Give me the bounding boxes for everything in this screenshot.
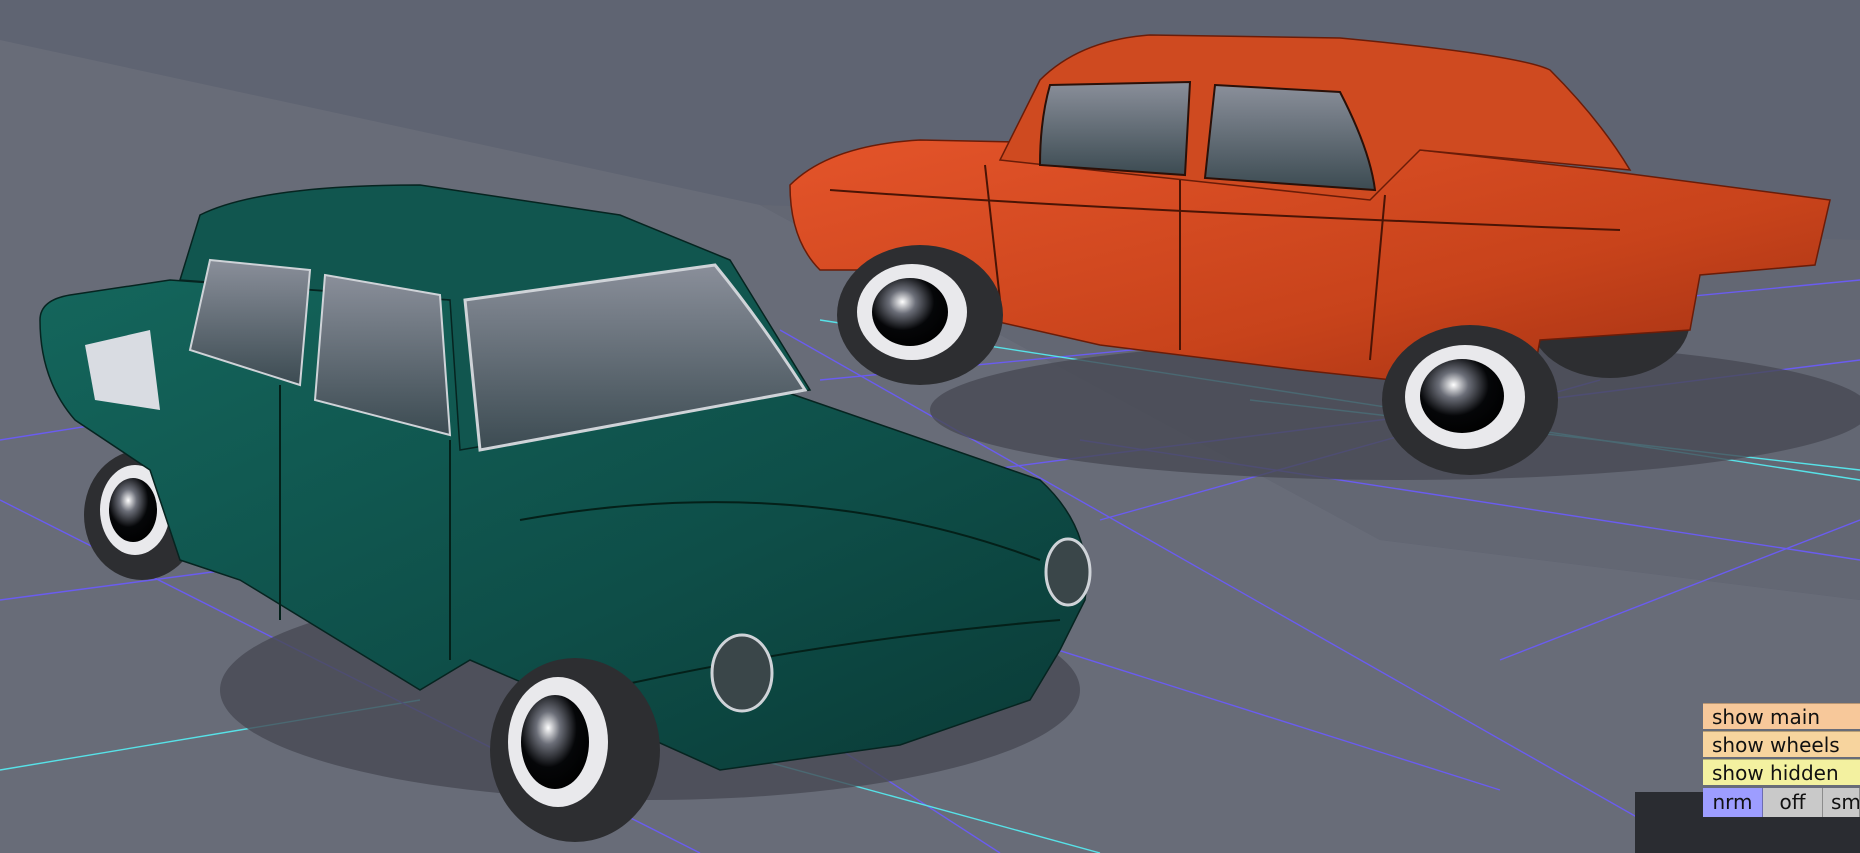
green-headlight-left <box>710 633 774 713</box>
orange-front-wheel <box>837 245 1003 385</box>
green-rear-hubcap <box>109 478 157 542</box>
mode-off-button[interactable]: off <box>1763 788 1823 817</box>
green-headlight-right <box>1044 537 1092 607</box>
mode-sm-button[interactable]: sm <box>1823 788 1860 817</box>
mode-nrm-button[interactable]: nrm <box>1703 788 1763 817</box>
scene-canvas[interactable] <box>0 0 1860 853</box>
orange-rear-wheel <box>1382 325 1558 475</box>
view-options-panel: show main show wheels show hidden nrm of… <box>1703 703 1860 817</box>
3d-viewport[interactable] <box>0 0 1860 853</box>
show-hidden-button[interactable]: show hidden <box>1703 759 1860 785</box>
green-front-wheel <box>490 658 660 842</box>
shading-mode-selector: nrm off sm <box>1703 788 1860 817</box>
orange-window-front <box>1038 80 1192 177</box>
show-wheels-button[interactable]: show wheels <box>1703 731 1860 757</box>
show-main-button[interactable]: show main <box>1703 703 1860 729</box>
